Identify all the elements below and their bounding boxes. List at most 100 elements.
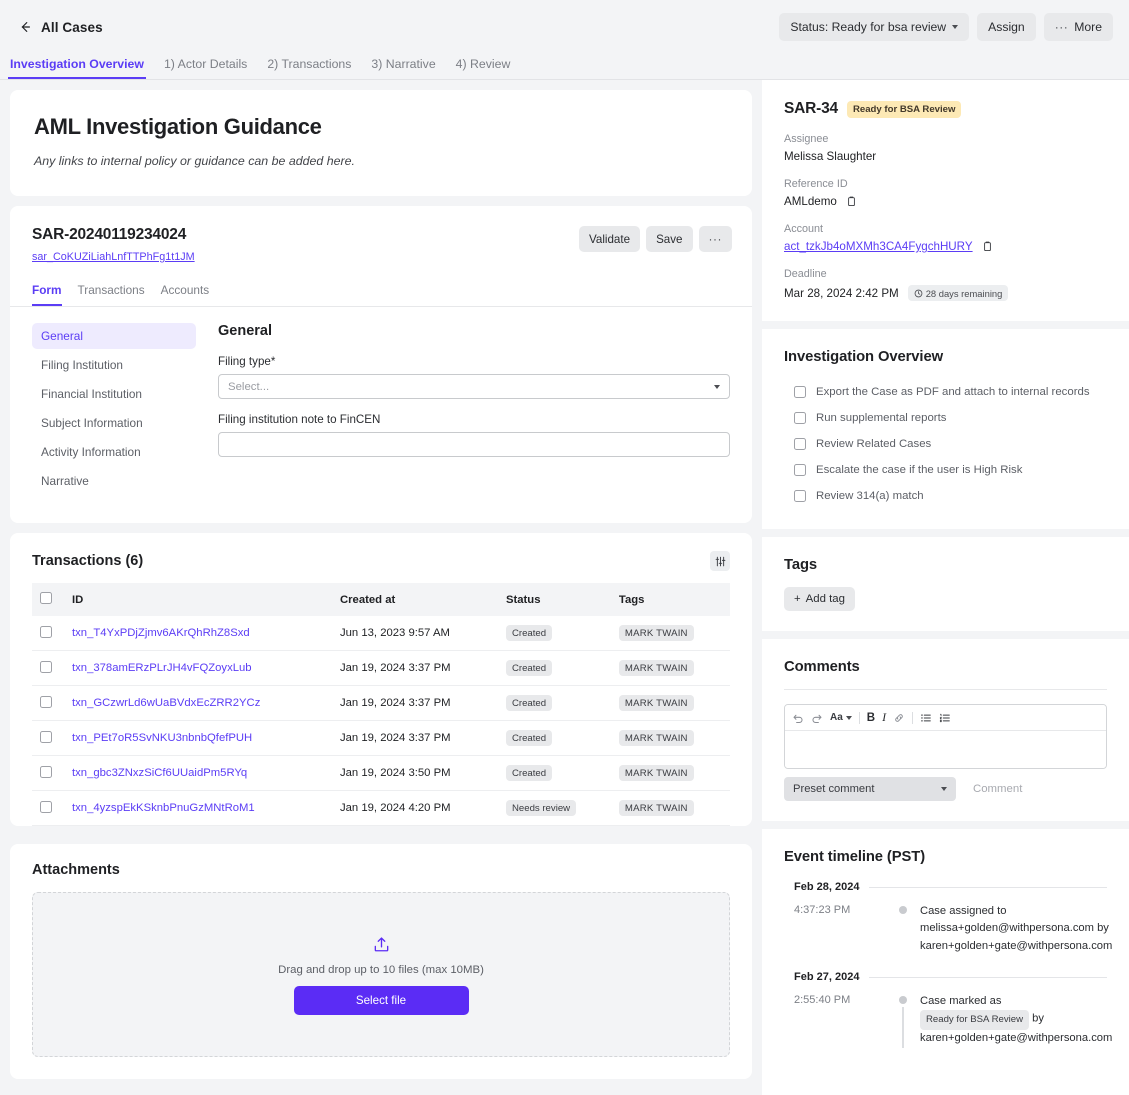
bullet-list-icon[interactable]	[920, 712, 932, 724]
tab-transactions[interactable]: 2) Transactions	[265, 57, 353, 79]
row-status-cell: Created	[497, 720, 611, 756]
back-to-all-cases[interactable]: All Cases	[18, 20, 103, 35]
undo-icon[interactable]	[792, 712, 804, 724]
link-icon[interactable]	[893, 712, 905, 724]
fincen-note-input[interactable]	[218, 432, 730, 457]
editor-toolbar: Aa B I	[785, 705, 1106, 731]
checklist-item-review-314a-match[interactable]: Review 314(a) match	[784, 483, 1107, 509]
checklist-checkbox[interactable]	[794, 464, 806, 476]
sar-card-header: SAR-20240119234024 sar_CoKUZiLiahLnfTTPh…	[10, 206, 752, 265]
table-row[interactable]: txn_T4YxPDjZjmv6AKrQhRhZ8Sxd Jun 13, 202…	[32, 616, 730, 651]
transaction-id-link[interactable]: txn_GCzwrLd6wUaBVdxEcZRR2YCz	[72, 697, 260, 709]
account-row: act_tzkJb4oMXMh3CA4FygchHURY	[784, 240, 1107, 253]
form-nav-subject-information[interactable]: Subject Information	[32, 410, 196, 436]
filing-type-select[interactable]: Select...	[218, 374, 730, 399]
checklist-item-supplemental-reports[interactable]: Run supplemental reports	[784, 405, 1107, 431]
submit-comment-button[interactable]: Comment	[964, 777, 1032, 801]
checklist-label: Review Related Cases	[816, 438, 932, 450]
row-checkbox[interactable]	[40, 695, 52, 708]
transaction-id-link[interactable]: txn_PEt7oR5SvNKU3nbnbQfefPUH	[72, 732, 252, 744]
status-dropdown[interactable]: Status: Ready for bsa review	[779, 13, 970, 41]
top-actions: Status: Ready for bsa review Assign ··· …	[779, 13, 1113, 41]
row-tags-cell: MARK TWAIN	[610, 685, 730, 721]
transaction-id-link[interactable]: txn_T4YxPDjZjmv6AKrQhRhZ8Sxd	[72, 627, 250, 639]
tag-badge: MARK TWAIN	[618, 765, 694, 781]
left-column: AML Investigation Guidance Any links to …	[0, 80, 762, 1089]
table-row[interactable]: txn_4yzspEkKSknbPnuGzMNtRoM1 Jan 19, 202…	[32, 790, 730, 826]
table-row[interactable]: txn_378amERzPLrJH4vFQZoyxLub Jan 19, 202…	[32, 650, 730, 686]
table-row[interactable]: txn_gbc3ZNxzSiCf6UUaidPm5RYq Jan 19, 202…	[32, 755, 730, 791]
wizard-tabs: Investigation Overview 1) Actor Details …	[0, 54, 1129, 80]
row-id-cell: txn_GCzwrLd6wUaBVdxEcZRR2YCz	[64, 685, 332, 721]
form-nav-label: Activity Information	[41, 445, 141, 459]
checklist-checkbox[interactable]	[794, 490, 806, 502]
checklist-item-review-related-cases[interactable]: Review Related Cases	[784, 431, 1107, 457]
tab-narrative[interactable]: 3) Narrative	[369, 57, 437, 79]
reference-id-field: Reference ID AMLdemo	[784, 178, 1107, 208]
tab-review[interactable]: 4) Review	[454, 57, 513, 79]
numbered-list-icon[interactable]	[939, 712, 951, 724]
file-dropzone[interactable]: Drag and drop up to 10 files (max 10MB) …	[32, 892, 730, 1057]
transaction-id-link[interactable]: txn_4yzspEkKSknbPnuGzMNtRoM1	[72, 802, 255, 814]
copy-icon[interactable]	[982, 241, 993, 252]
select-all-checkbox[interactable]	[40, 592, 52, 604]
subtab-accounts[interactable]: Accounts	[161, 283, 210, 306]
row-select-cell	[32, 755, 64, 791]
add-tag-button[interactable]: + Add tag	[784, 587, 855, 611]
sar-more-button[interactable]: ···	[698, 226, 732, 252]
subtab-form[interactable]: Form	[32, 283, 62, 306]
text-style-label: Aa	[830, 712, 843, 723]
timeline-rule	[869, 886, 1107, 888]
form-nav-activity-information[interactable]: Activity Information	[32, 439, 196, 465]
tab-actor-details[interactable]: 1) Actor Details	[162, 57, 249, 79]
row-checkbox[interactable]	[40, 730, 52, 743]
sliders-icon[interactable]	[710, 551, 730, 571]
row-tags-cell: MARK TWAIN	[610, 720, 730, 756]
subtab-transactions[interactable]: Transactions	[78, 283, 145, 306]
sar-id-link[interactable]: sar_CoKUZiLiahLnfTTPhFg1t1JM	[32, 251, 195, 263]
clock-icon	[914, 289, 923, 297]
page-title: AML Investigation Guidance	[34, 114, 322, 139]
preset-comment-select[interactable]: Preset comment	[784, 777, 956, 801]
tab-investigation-overview[interactable]: Investigation Overview	[8, 57, 146, 79]
form-nav-general[interactable]: General	[32, 323, 196, 349]
comment-input[interactable]	[785, 731, 1106, 768]
filing-type-label: Filing type*	[218, 355, 276, 368]
row-checkbox[interactable]	[40, 660, 52, 673]
select-file-button[interactable]: Select file	[293, 985, 469, 1015]
validate-button[interactable]: Validate	[579, 226, 641, 252]
text-style-icon[interactable]: Aa	[830, 712, 852, 723]
row-checkbox[interactable]	[40, 800, 52, 813]
validate-label: Validate	[589, 232, 631, 246]
checklist-checkbox[interactable]	[794, 412, 806, 424]
more-button[interactable]: ··· More	[1043, 13, 1113, 41]
account-link[interactable]: act_tzkJb4oMXMh3CA4FygchHURY	[784, 240, 973, 253]
checklist-checkbox[interactable]	[794, 386, 806, 398]
table-row[interactable]: txn_PEt7oR5SvNKU3nbnbQfefPUH Jan 19, 202…	[32, 720, 730, 756]
checklist-checkbox[interactable]	[794, 438, 806, 450]
redo-icon[interactable]	[811, 712, 823, 724]
assign-button[interactable]: Assign	[977, 13, 1036, 41]
checklist-item-escalate-high-risk[interactable]: Escalate the case if the user is High Ri…	[784, 457, 1107, 483]
save-button[interactable]: Save	[646, 226, 693, 252]
chevron-down-icon	[714, 384, 720, 389]
investigation-overview-section: Investigation Overview Export the Case a…	[762, 321, 1129, 529]
form-nav-narrative[interactable]: Narrative	[32, 468, 196, 494]
tag-badge: MARK TWAIN	[618, 730, 694, 746]
comments-title: Comments	[784, 659, 860, 675]
copy-icon[interactable]	[846, 196, 857, 207]
bold-icon[interactable]: B	[867, 712, 875, 724]
form-nav-financial-institution[interactable]: Financial Institution	[32, 381, 196, 407]
transaction-id-link[interactable]: txn_378amERzPLrJH4vFQZoyxLub	[72, 662, 252, 674]
form-nav-filing-institution[interactable]: Filing Institution	[32, 352, 196, 378]
italic-icon[interactable]: I	[882, 710, 886, 725]
tag-badge: MARK TWAIN	[618, 695, 694, 711]
row-checkbox[interactable]	[40, 625, 52, 638]
guidance-card: AML Investigation Guidance Any links to …	[10, 90, 752, 196]
table-row[interactable]: txn_GCzwrLd6wUaBVdxEcZRR2YCz Jan 19, 202…	[32, 685, 730, 721]
assign-label: Assign	[988, 20, 1025, 34]
row-select-cell	[32, 685, 64, 721]
transaction-id-link[interactable]: txn_gbc3ZNxzSiCf6UUaidPm5RYq	[72, 767, 247, 779]
checklist-item-export-pdf[interactable]: Export the Case as PDF and attach to int…	[784, 379, 1107, 405]
row-checkbox[interactable]	[40, 765, 52, 778]
